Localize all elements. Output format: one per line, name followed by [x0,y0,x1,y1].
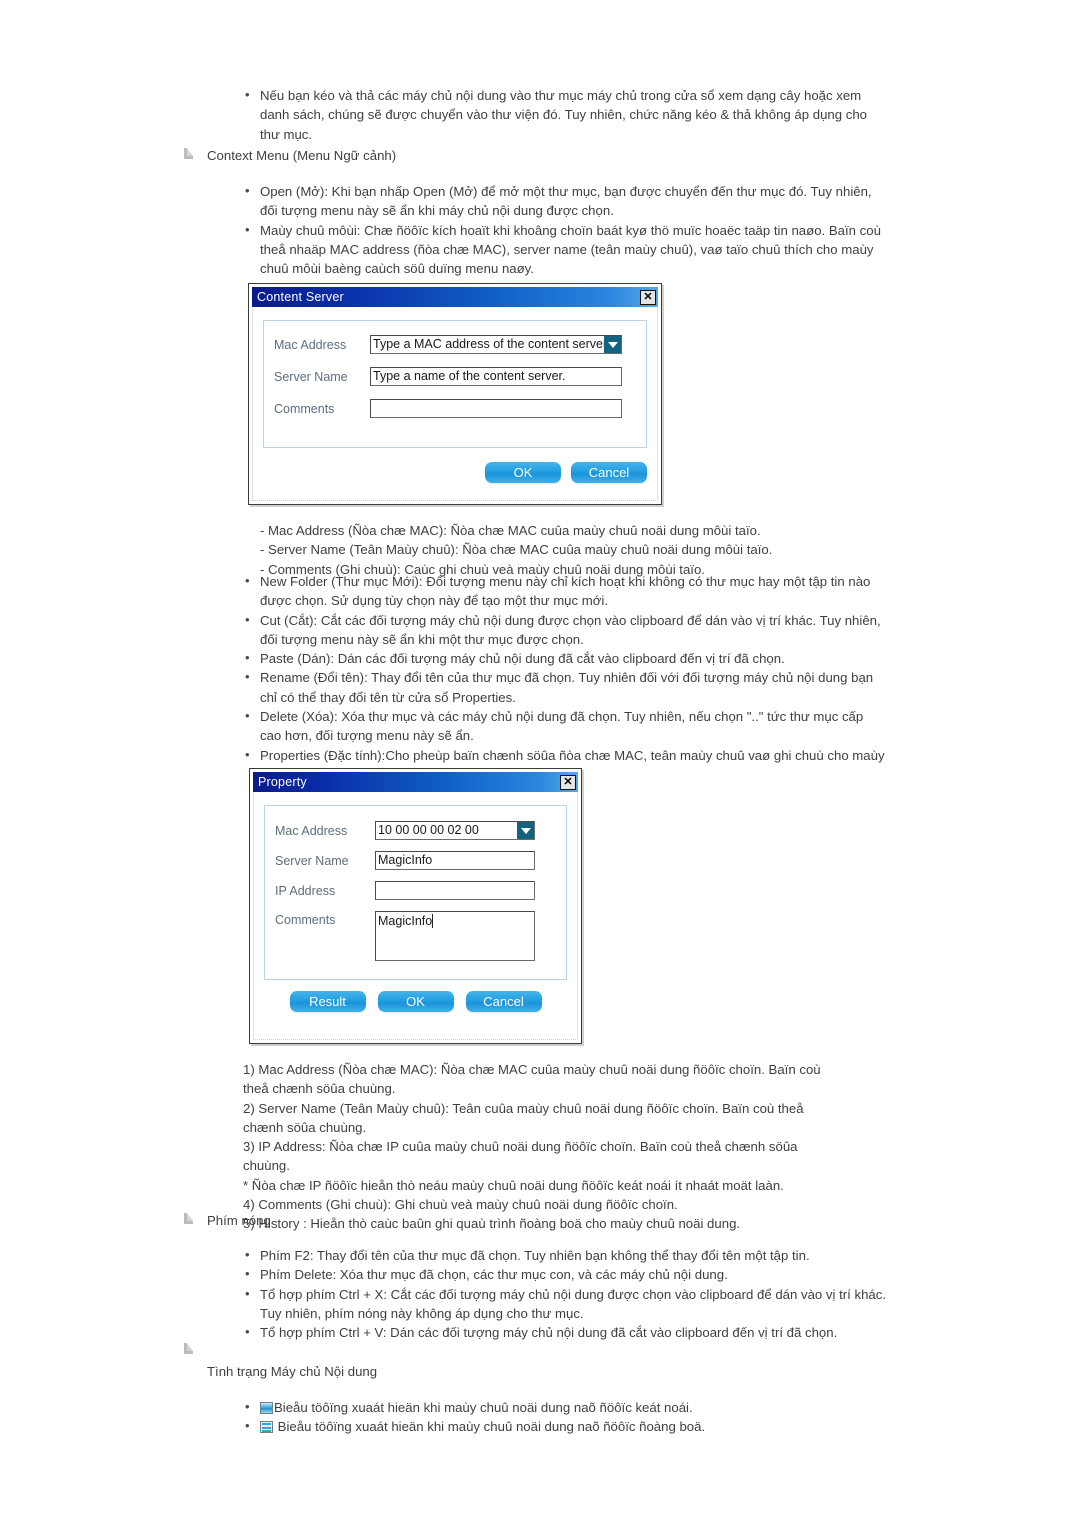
property-field-descriptions: 1) Mac Address (Ñòa chæ MAC): Ñòa chæ MA… [243,1060,888,1234]
list-item: Tổ hợp phím Ctrl + X: Cắt các đối tượng … [243,1284,888,1324]
comments-input[interactable] [370,399,622,418]
content-server-group-box: Mac Address Type a MAC address of the co… [263,320,647,448]
property-dialog[interactable]: Property ✕ Mac Address 10 00 00 00 02 00… [249,768,582,1044]
new-server-field-descriptions: - Mac Address (Ñòa chæ MAC): Ñòa chæ MAC… [243,521,888,579]
list-item: Phím Delete: Xóa thư mục đã chọn, các th… [243,1264,888,1284]
comments-label: Comments [274,401,335,416]
ok-button[interactable]: OK [377,991,454,1012]
description-line: 2) Server Name (Teân Maùy chuû): Teân cu… [243,1100,804,1116]
server-name-input[interactable]: Type a name of the content server. [370,367,622,386]
cancel-button[interactable]: Cancel [465,991,542,1012]
connected-server-icon [260,1402,273,1414]
mac-address-label: Mac Address [274,337,347,352]
description-line: * Ñòa chæ IP ñöôïc hieån thò neáu maùy c… [243,1177,784,1193]
list-item: Phím F2: Thay đổi tên của thư mục đã chọ… [243,1245,888,1265]
close-icon[interactable]: ✕ [560,774,576,790]
ip-address-input[interactable] [375,881,535,900]
comments-value: MagicInfo [378,914,433,928]
description-line: 3) IP Address: Ñòa chæ IP cuûa maùy chuû… [243,1139,798,1155]
dialog-title: Content Server [257,290,344,304]
list-item-label: Bieåu töôïng xuaát hieän khi maùy chuû n… [274,1400,693,1415]
section-marker-icon [184,148,193,159]
mac-address-combo[interactable]: 10 00 00 00 02 00 [375,821,535,840]
description-line: theå chænh söûa chuùng. [243,1081,396,1097]
mac-address-combo[interactable]: Type a MAC address of the content server [370,335,622,354]
dialog-body: Mac Address Type a MAC address of the co… [249,320,661,483]
list-item: Paste (Dán): Dán các đối tượng máy chủ n… [243,648,888,668]
description-line: - Mac Address (Ñòa chæ MAC): Ñòa chæ MAC… [260,523,761,538]
description-line: - Server Name (Teân Maùy chuû): Ñòa chæ … [260,542,773,558]
mac-address-value: 10 00 00 00 02 00 [378,823,479,837]
document-page: Nếu bạn kéo và thả các máy chủ nội dung … [0,0,1080,1528]
section-marker-icon [184,1343,193,1354]
cancel-button[interactable]: Cancel [571,462,647,483]
list-item-label: Bieåu töôïng xuaát hieän khi maùy chuû n… [277,1419,706,1435]
section-heading-label: Tình trạng Máy chủ Nội dung [207,1364,378,1379]
comments-textarea[interactable]: MagicInfo [375,911,535,961]
context-menu-bullet-list: Open (Mở): Khi bạn nhấp Open (Mở) để mở … [243,181,881,279]
list-item: Bieåu töôïng xuaát hieän khi maùy chuû n… [243,1397,888,1417]
list-item: Open (Mở): Khi bạn nhấp Open (Mở) để mở … [243,181,881,221]
server-name-label: Server Name [275,853,349,868]
text-caret [432,914,437,928]
list-item: Cut (Cắt): Cắt các đối tượng máy chủ nội… [243,610,888,650]
section-heading-status: Tình trạng Máy chủ Nội dung [184,1343,607,1381]
description-line: chuùng. [243,1158,290,1174]
description-line: 1) Mac Address (Ñòa chæ MAC): Ñòa chæ MA… [243,1062,821,1077]
dialog-body: Mac Address 10 00 00 00 02 00 Server Nam… [250,805,581,1012]
result-button[interactable]: Result [289,991,366,1012]
server-name-value: Type a name of the content server. [373,369,566,383]
section-marker-icon [184,1213,193,1224]
context-menu-bullet-list-2: New Folder (Thư mục Mới): Đối tượng menu… [243,571,888,784]
dialog-button-row: Result OK Cancel [250,991,581,1012]
chevron-down-icon[interactable] [517,822,534,839]
dialog-titlebar: Content Server ✕ [252,287,658,307]
property-group-box: Mac Address 10 00 00 00 02 00 Server Nam… [264,805,567,980]
ip-address-label: IP Address [275,883,336,898]
section-heading-context-menu: Context Menu (Menu Ngữ cảnh) [184,146,707,165]
server-name-input[interactable]: MagicInfo [375,851,535,870]
ok-button[interactable]: OK [485,462,561,483]
content-server-dialog[interactable]: Content Server ✕ Mac Address Type a MAC … [248,283,662,505]
server-name-value: MagicInfo [378,853,433,867]
section-heading-label: Context Menu (Menu Ngữ cảnh) [207,148,397,163]
hotkeys-bullet-list: Phím F2: Thay đổi tên của thư mục đã chọ… [243,1245,888,1342]
list-item: Tổ hợp phím Ctrl + V: Dán các đối tượng … [243,1322,888,1342]
section-heading-hotkeys: Phím nóng [184,1211,607,1230]
list-item: Bieåu töôïng xuaát hieän khi maùy chuû n… [243,1416,888,1436]
list-item: Maùy chuû môùi: Chæ ñöôïc kích hoaït khi… [243,220,881,279]
intro-bullet-list: Nếu bạn kéo và thả các máy chủ nội dung … [243,85,881,144]
close-icon[interactable]: ✕ [640,289,656,305]
list-item: Delete (Xóa): Xóa thư mục và các máy chủ… [243,706,888,746]
chevron-down-icon[interactable] [604,336,621,353]
dialog-button-row: OK Cancel [249,462,647,483]
open-server-icon [260,1421,273,1434]
list-item: New Folder (Thư mục Mới): Đối tượng menu… [243,571,888,611]
dialog-titlebar: Property ✕ [253,772,578,792]
dialog-title: Property [258,775,307,789]
server-name-label: Server Name [274,369,348,384]
description-line: chænh söûa chuùng. [243,1119,367,1135]
status-bullet-list: Bieåu töôïng xuaát hieän khi maùy chuû n… [243,1397,888,1437]
list-item: Rename (Đổi tên): Thay đổi tên của thư m… [243,667,888,707]
mac-address-value: Type a MAC address of the content server [373,337,608,351]
comments-label: Comments [275,913,336,927]
mac-address-label: Mac Address [275,823,348,838]
section-heading-label: Phím nóng [207,1213,271,1228]
list-item: Nếu bạn kéo và thả các máy chủ nội dung … [243,85,881,144]
